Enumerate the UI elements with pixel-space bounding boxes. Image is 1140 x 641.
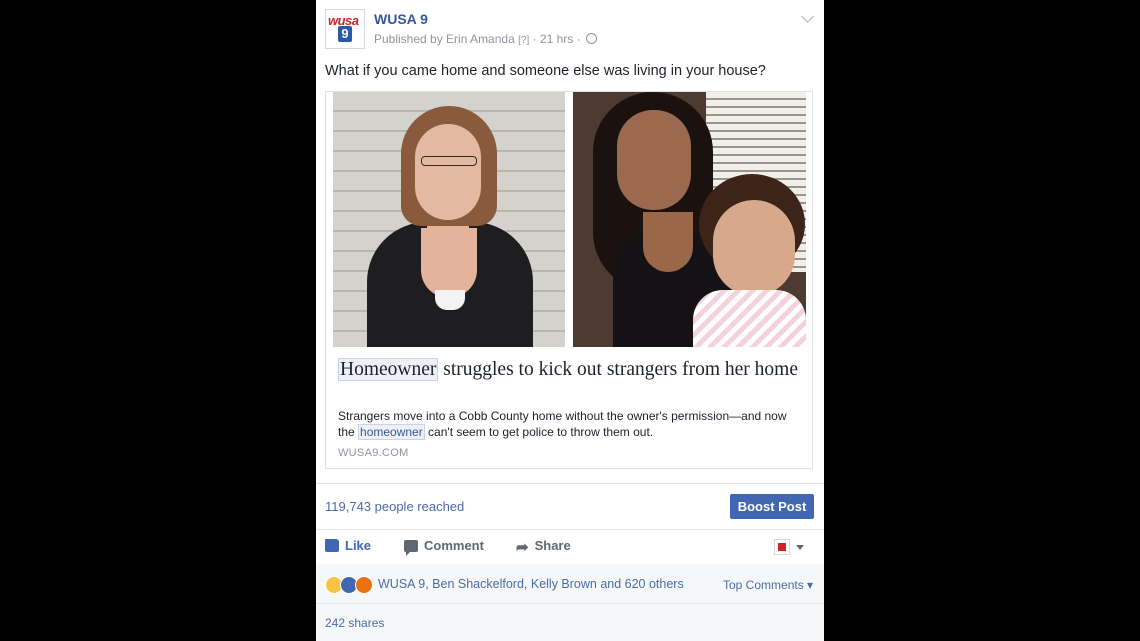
angry-icon [355,576,373,594]
link-image-right[interactable] [573,92,806,347]
description-highlight: homeowner [358,424,425,440]
meta-separator: · [532,32,537,46]
like-button[interactable]: Like [325,538,371,553]
shares-link[interactable]: 242 shares [325,616,384,630]
page-name-link[interactable]: WUSA 9 [374,11,428,27]
link-headline[interactable]: Homeowner struggles to kick out stranger… [338,358,798,381]
share-arrow-icon: ➦ [516,539,529,556]
meta-separator-2: · [576,32,581,46]
facebook-post: wusa 9 WUSA 9 Published by Erin Amanda [… [316,0,824,641]
headline-highlight: Homeowner [338,358,439,381]
boost-post-button[interactable]: Boost Post [730,494,814,519]
comment-label: Comment [424,538,484,553]
link-domain: WUSA9.COM [338,447,409,459]
top-comments-caret-icon: ▾ [807,578,814,592]
link-preview-card[interactable]: Homeowner struggles to kick out stranger… [325,91,813,469]
people-reached-link[interactable]: 119,743 people reached [325,499,464,514]
comment-button[interactable]: Comment [404,538,484,556]
share-button[interactable]: ➦ Share [516,538,571,556]
description-text-2: can't seem to get police to throw them o… [424,425,654,439]
divider [316,483,824,484]
link-description: Strangers move into a Cobb County home w… [338,408,804,440]
reactions-summary[interactable] [325,576,373,595]
avatar-logo-number: 9 [338,26,352,42]
caret-down-icon[interactable] [796,545,804,550]
top-comments-dropdown[interactable]: Top Comments ▾ [723,578,813,592]
reactors-link[interactable]: WUSA 9, Ben Shackelford, Kelly Brown and… [378,577,684,591]
post-meta: Published by Erin Amanda [?] · 21 hrs · [374,32,597,46]
share-label: Share [534,538,571,553]
help-marker[interactable]: [?] [518,35,529,46]
post-message: What if you came home and someone else w… [325,63,766,79]
thumbs-up-icon [325,539,339,552]
timestamp-link[interactable]: 21 hrs [540,32,573,46]
page-avatar[interactable]: wusa 9 [325,9,365,49]
action-bar: Like Comment ➦ Share [316,530,824,563]
chevron-down-icon[interactable] [801,10,814,23]
divider [316,603,824,604]
headline-text: struggles to kick out strangers from her… [438,359,798,380]
comment-icon [404,540,418,556]
globe-icon[interactable] [585,33,597,44]
like-label: Like [345,538,372,553]
published-by: Published by Erin Amanda [374,32,515,46]
page-identity-icon[interactable] [774,539,790,555]
link-image-left[interactable] [333,92,565,347]
post-footer: WUSA 9, Ben Shackelford, Kelly Brown and… [316,564,824,641]
top-comments-label: Top Comments [723,578,804,592]
